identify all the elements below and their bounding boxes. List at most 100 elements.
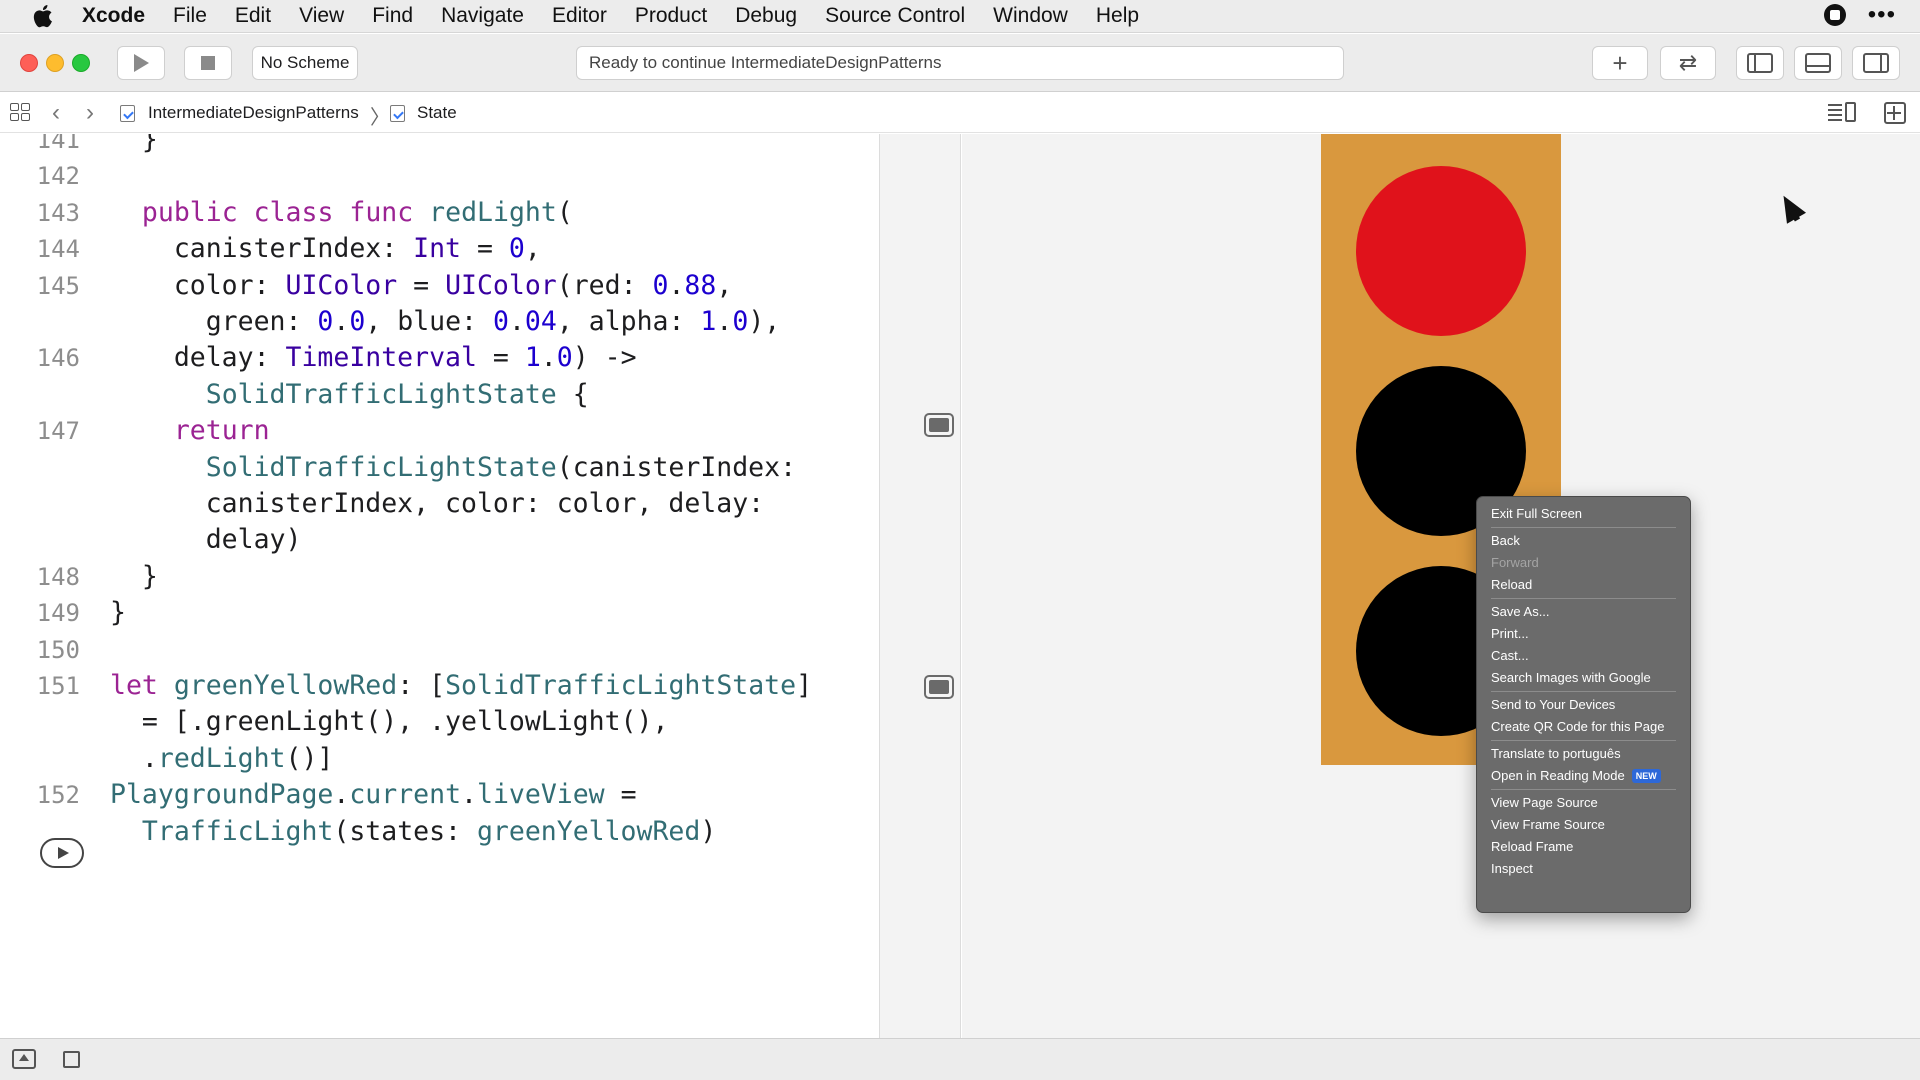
code-line[interactable]: delay): [110, 522, 302, 558]
toggle-navigator-button[interactable]: [1736, 46, 1784, 80]
context-menu-item-save-as[interactable]: Save As...: [1477, 601, 1690, 623]
code-line[interactable]: }: [110, 559, 158, 595]
code-line[interactable]: public class func redLight(: [110, 195, 573, 231]
window-close-button[interactable]: [20, 54, 38, 72]
context-menu-item-open-in-reading-mode[interactable]: Open in Reading Mode NEW: [1477, 765, 1690, 787]
window-zoom-button[interactable]: [72, 54, 90, 72]
line-number: 150: [36, 635, 80, 664]
inspector-panel-icon: [1863, 53, 1889, 73]
line-number: 146: [36, 344, 80, 373]
navigate-back-button[interactable]: ‹: [52, 99, 60, 127]
code-line[interactable]: canisterIndex: Int = 0,: [110, 231, 541, 267]
code-line[interactable]: return: [110, 413, 270, 449]
line-number: 151: [36, 672, 80, 700]
menu-editor[interactable]: Editor: [552, 4, 607, 28]
context-menu-item-label: Translate to português: [1491, 746, 1621, 761]
playground-file-icon: [120, 105, 135, 122]
code-line[interactable]: }: [110, 134, 158, 158]
menu-edit[interactable]: Edit: [235, 4, 271, 28]
context-menu-separator: [1491, 789, 1676, 790]
toolbar: No Scheme Ready to continue Intermediate…: [0, 34, 1920, 92]
context-menu-item-reload[interactable]: Reload: [1477, 574, 1690, 596]
context-menu-item-cast[interactable]: Cast...: [1477, 645, 1690, 667]
context-menu-item-label: View Page Source: [1491, 795, 1598, 810]
context-menu-item-view-frame-source[interactable]: View Frame Source: [1477, 814, 1690, 836]
code-line[interactable]: .redLight()]: [110, 741, 333, 777]
context-menu-separator: [1491, 740, 1676, 741]
screen-recording-icon[interactable]: [1823, 4, 1846, 26]
code-line[interactable]: let greenYellowRed: [SolidTrafficLightSt…: [110, 668, 812, 704]
results-sidebar: [879, 134, 961, 1038]
context-menu: Exit Full Screen Back Forward Reload Save As…: [1476, 496, 1691, 913]
debug-panel-icon: [1805, 53, 1831, 73]
context-menu-item-send-to-your-devices[interactable]: Send to Your Devices: [1477, 694, 1690, 716]
context-menu-separator: [1491, 691, 1676, 692]
quick-look-result-button[interactable]: [924, 675, 954, 699]
navigate-forward-button[interactable]: ›: [86, 99, 94, 127]
code-editor[interactable]: 141 } 142 143 public class func redLight(1…: [0, 134, 880, 1038]
context-menu-item-label: Save As...: [1491, 604, 1550, 619]
code-line[interactable]: SolidTrafficLightState(canisterIndex:: [110, 450, 796, 486]
stop-execution-icon[interactable]: [63, 1051, 80, 1068]
context-menu-item-label: Send to Your Devices: [1491, 697, 1616, 712]
toggle-inspector-button[interactable]: [1852, 46, 1900, 80]
execute-playground-button[interactable]: [40, 838, 84, 868]
context-menu-item-forward: Forward: [1477, 552, 1690, 574]
add-editor-icon[interactable]: [1884, 102, 1906, 124]
context-menu-item-translate-to-portugu-s[interactable]: Translate to português: [1477, 743, 1690, 765]
context-menu-item-label: View Frame Source: [1491, 817, 1605, 832]
context-menu-item-label: Forward: [1491, 555, 1539, 570]
menu-find[interactable]: Find: [372, 4, 413, 28]
breadcrumb-page[interactable]: State: [417, 103, 457, 123]
menu-navigate[interactable]: Navigate: [441, 4, 524, 28]
library-add-button[interactable]: +: [1592, 46, 1648, 80]
menu-window[interactable]: Window: [993, 4, 1068, 28]
menu-app-name[interactable]: Xcode: [82, 4, 145, 28]
menu-debug[interactable]: Debug: [735, 4, 797, 28]
code-review-button[interactable]: ⇄: [1660, 46, 1716, 80]
window-minimize-button[interactable]: [46, 54, 64, 72]
code-line[interactable]: TrafficLight(states: greenYellowRed): [110, 814, 716, 850]
code-line[interactable]: SolidTrafficLightState {: [110, 377, 589, 413]
menu-view[interactable]: View: [299, 4, 344, 28]
context-menu-item-search-images-with-google[interactable]: Search Images with Google: [1477, 667, 1690, 689]
context-menu-item-view-page-source[interactable]: View Page Source: [1477, 792, 1690, 814]
line-number: 148: [36, 562, 80, 591]
code-line[interactable]: = [.greenLight(), .yellowLight(),: [110, 704, 669, 740]
menu-product[interactable]: Product: [635, 4, 707, 28]
quick-look-result-button[interactable]: [924, 413, 954, 437]
run-button[interactable]: [117, 46, 165, 80]
menu-help[interactable]: Help: [1096, 4, 1139, 28]
apple-logo-icon[interactable]: [30, 3, 54, 29]
editor-options-icon[interactable]: [1828, 102, 1858, 124]
code-line[interactable]: }: [110, 595, 126, 631]
related-items-icon[interactable]: [10, 103, 32, 123]
more-options-icon[interactable]: •••: [1868, 3, 1896, 27]
scheme-selector[interactable]: No Scheme: [252, 46, 358, 80]
context-menu-item-label: Search Images with Google: [1491, 670, 1651, 685]
context-menu-item-create-qr-code-for-this-page[interactable]: Create QR Code for this Page: [1477, 716, 1690, 738]
line-number: 152: [36, 781, 80, 810]
code-line[interactable]: PlaygroundPage.current.liveView =: [110, 777, 637, 813]
context-menu-item-label: Open in Reading Mode: [1491, 768, 1625, 783]
line-number: 147: [36, 417, 80, 446]
code-line[interactable]: color: UIColor = UIColor(red: 0.88,: [110, 268, 733, 304]
breadcrumb-project[interactable]: IntermediateDesignPatterns: [148, 103, 359, 123]
code-line[interactable]: delay: TimeInterval = 1.0) ->: [110, 340, 637, 376]
toggle-debug-area-button[interactable]: [1794, 46, 1842, 80]
context-menu-item-inspect[interactable]: Inspect: [1477, 858, 1690, 880]
show-debug-area-icon[interactable]: [12, 1049, 36, 1069]
context-menu-item-print[interactable]: Print...: [1477, 623, 1690, 645]
context-menu-item-back[interactable]: Back: [1477, 530, 1690, 552]
context-menu-item-label: Cast...: [1491, 648, 1529, 663]
context-menu-item-exit-full-screen[interactable]: Exit Full Screen: [1477, 503, 1690, 525]
line-number: 142: [36, 162, 80, 191]
code-line[interactable]: green: 0.0, blue: 0.04, alpha: 1.0),: [110, 304, 781, 340]
jump-bar: ‹ › IntermediateDesignPatterns 〉 State: [0, 93, 1920, 133]
code-line[interactable]: canisterIndex, color: color, delay:: [110, 486, 764, 522]
menu-source-control[interactable]: Source Control: [825, 4, 965, 28]
menu-file[interactable]: File: [173, 4, 207, 28]
navigator-panel-icon: [1747, 53, 1773, 73]
context-menu-item-reload-frame[interactable]: Reload Frame: [1477, 836, 1690, 858]
stop-button[interactable]: [184, 46, 232, 80]
